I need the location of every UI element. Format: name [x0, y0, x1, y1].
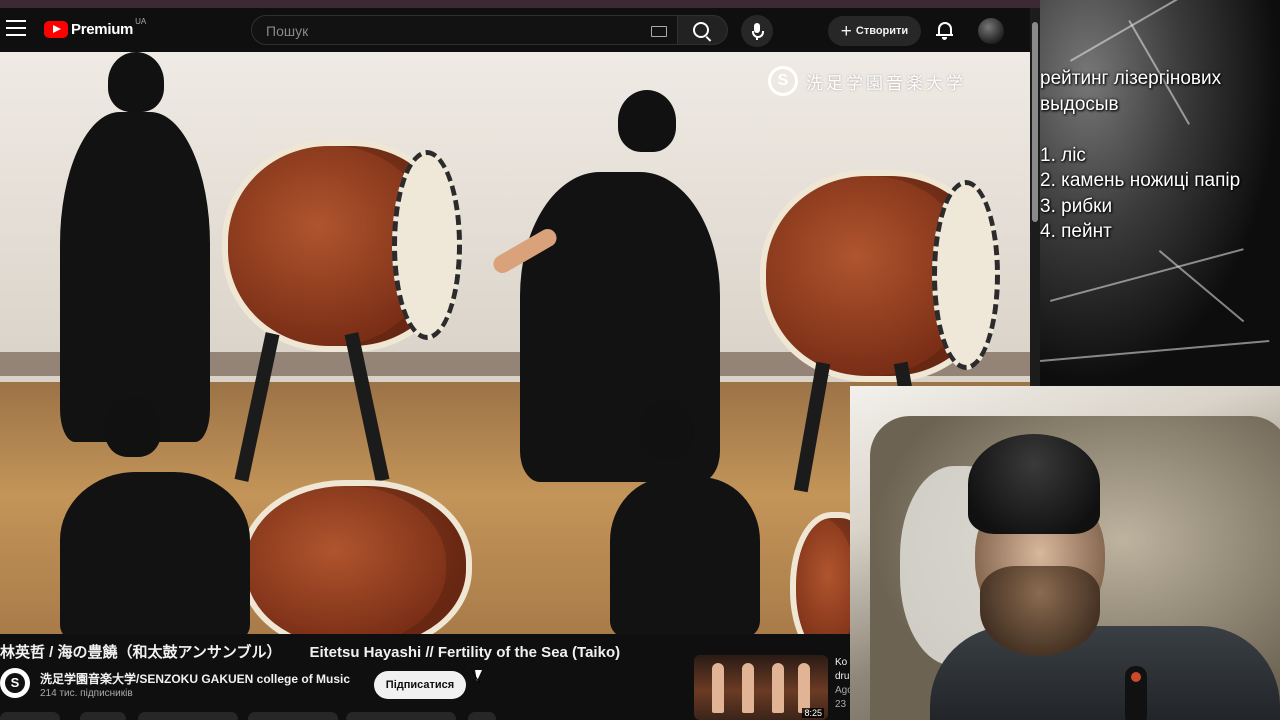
stream-text-overlay: рейтинг лізергінових выдосыв 1. ліс 2. к…: [1040, 0, 1280, 385]
video-title-jp: 林英哲 / 海の豊饒（和太鼓アンサンブル）: [0, 644, 282, 661]
video-title-en: Eitetsu Hayashi // Fertility of the Sea …: [309, 644, 621, 661]
drum-head: [392, 150, 462, 340]
channel-avatar[interactable]: S: [0, 668, 30, 698]
bell-icon[interactable]: [936, 20, 954, 42]
youtube-logo[interactable]: Premium UA: [44, 17, 146, 38]
action-button[interactable]: [138, 712, 238, 720]
search-button[interactable]: [678, 15, 728, 45]
watermark-text: 洗足学園音楽大学: [806, 73, 966, 93]
search-box[interactable]: [251, 15, 678, 45]
webcam-feed: [850, 386, 1280, 720]
taiko-drum: [240, 480, 472, 634]
action-button[interactable]: [346, 712, 456, 720]
more-actions-button[interactable]: [468, 712, 496, 720]
performer-head: [105, 397, 161, 457]
avatar[interactable]: [978, 18, 1004, 44]
keyboard-icon[interactable]: [651, 26, 667, 37]
masthead: Premium UA + Створити: [0, 8, 1030, 52]
performer-head: [640, 400, 694, 458]
performer-head: [108, 52, 164, 112]
country-code: UA: [135, 17, 147, 26]
performer: [60, 112, 210, 442]
recommended-video-thumbnail[interactable]: 8:25: [694, 655, 828, 720]
channel-watermark: S 洗足学園音楽大学: [768, 66, 966, 96]
video-actions-row: [0, 712, 520, 720]
watermark-logo-icon: S: [768, 66, 798, 96]
search-icon: [693, 22, 709, 38]
create-label: Створити: [855, 25, 909, 37]
subscriber-count: 214 тис. підписників: [40, 688, 133, 699]
menu-icon[interactable]: [6, 20, 26, 36]
performer-head: [618, 90, 676, 152]
create-button[interactable]: + Створити: [828, 16, 921, 46]
plus-icon: +: [840, 20, 852, 42]
browser-top-strip: [0, 0, 1040, 8]
streamer-beanie: [968, 434, 1100, 534]
action-button[interactable]: [0, 712, 60, 720]
action-button[interactable]: [248, 712, 338, 720]
subscribe-button[interactable]: Підписатися: [374, 671, 466, 699]
video-duration: 8:25: [802, 708, 824, 718]
streamer-body: [930, 626, 1280, 720]
channel-name[interactable]: 洗足学園音楽大学/SENZOKU GAKUEN college of Music: [40, 670, 350, 687]
performer: [60, 472, 250, 634]
youtube-play-icon: [44, 21, 68, 38]
search-input[interactable]: [264, 22, 648, 40]
drum-head: [932, 180, 1000, 370]
microphone-icon: [1125, 666, 1147, 720]
performer: [610, 477, 760, 634]
channel-logo-icon: S: [5, 673, 25, 693]
voice-search-button[interactable]: [741, 15, 773, 47]
logo-text: Premium: [71, 21, 134, 38]
video-title: 林英哲 / 海の豊饒（和太鼓アンサンブル） Eitetsu Hayashi // …: [0, 641, 620, 662]
streamer-beard: [980, 566, 1100, 656]
overlay-text: рейтинг лізергінових выдосыв 1. ліс 2. к…: [1040, 68, 1241, 242]
action-button[interactable]: [80, 712, 126, 720]
mouse-cursor-icon: [475, 670, 484, 681]
scrollbar-thumb[interactable]: [1032, 22, 1038, 222]
